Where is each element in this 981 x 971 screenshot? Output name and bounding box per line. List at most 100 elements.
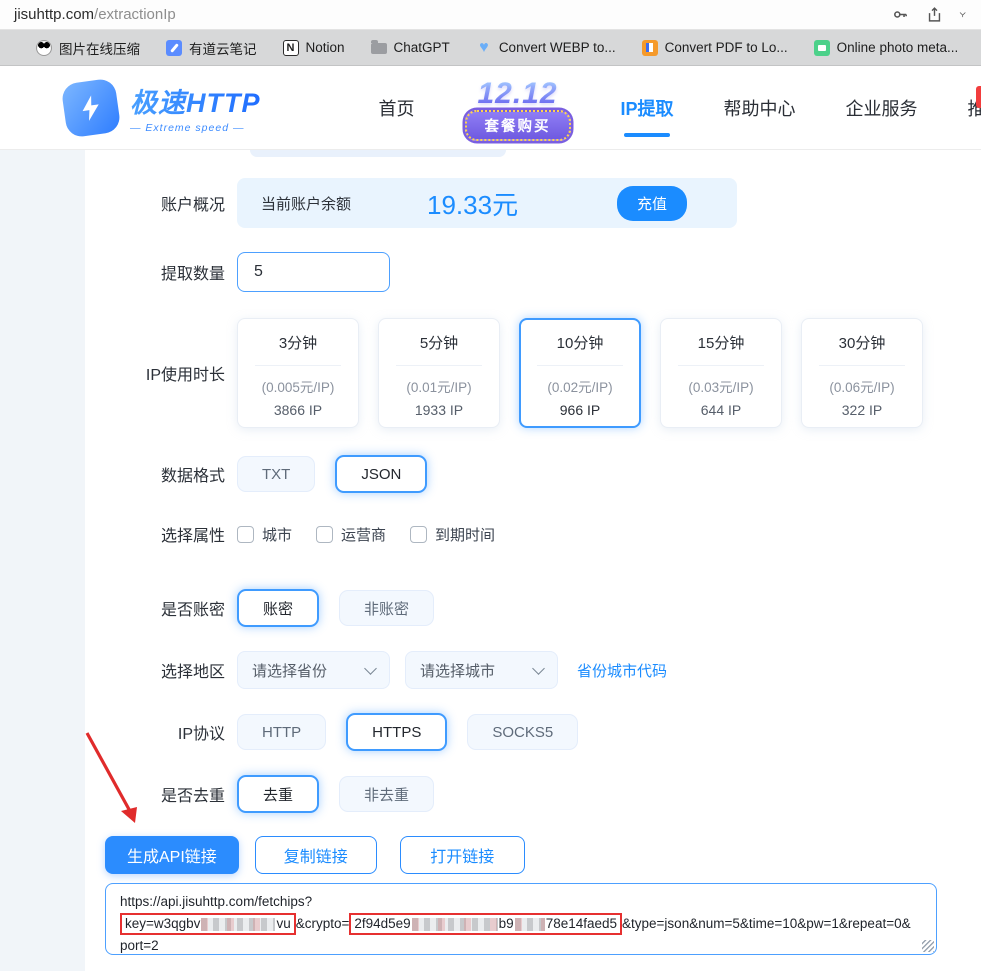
bookmarks-bar: 加密工具 图片在线压缩 有道云笔记 NNotion ChatGPT ♥Conve…: [0, 30, 981, 66]
duration-label: IP使用时长: [145, 367, 225, 384]
quantity-input[interactable]: [237, 252, 390, 292]
crypto-annotation-box: 2f94d5e9 b9 78e14faed5: [349, 912, 623, 935]
duration-option-10min-selected[interactable]: 10分钟 (0.02元/IP) 966 IP: [519, 318, 641, 428]
nav-ip-extract[interactable]: IP提取: [621, 95, 674, 121]
divider: [678, 365, 764, 366]
api-url-line3: port=2: [120, 937, 159, 953]
promo-package-badge[interactable]: 12.12 套餐购买: [464, 78, 571, 141]
main-nav: 首页 12.12 套餐购买 IP提取 帮助中心 企业服务 推广返利: [379, 77, 981, 141]
quantity-label: 提取数量: [160, 266, 225, 283]
auth-option-no-credentials[interactable]: 非账密: [339, 590, 435, 626]
attr-checkbox-carrier[interactable]: 运营商: [316, 524, 386, 545]
notion-n-icon: N: [282, 39, 299, 56]
generate-api-link-button[interactable]: 生成API链接: [105, 836, 239, 874]
auth-label: 是否账密: [160, 602, 225, 619]
bookmark-convert-pdf[interactable]: Convert PDF to Lo...: [641, 39, 788, 56]
balance-panel: 当前账户余额 19.33元 充值: [237, 178, 737, 228]
dedup-row: 是否去重 去重 非去重: [85, 775, 981, 813]
protocol-label: IP协议: [177, 726, 225, 743]
attr-checkbox-city[interactable]: 城市: [237, 524, 292, 545]
bookmark-image-compress[interactable]: 图片在线压缩: [36, 38, 140, 58]
pen-icon: [166, 39, 182, 56]
photo-tool-icon: [813, 39, 830, 56]
auth-row: 是否账密 账密 非账密: [85, 589, 981, 627]
format-label: 数据格式: [160, 468, 225, 485]
lightning-bolt-icon: [60, 77, 122, 138]
dedup-option-no[interactable]: 非去重: [339, 776, 435, 812]
divider: [537, 365, 623, 366]
divider: [255, 365, 341, 366]
balance-value: 19.33元: [427, 189, 519, 220]
chevron-down-icon: [532, 661, 545, 675]
duration-row: IP使用时长 3分钟 (0.005元/IP) 3866 IP 5分钟 (0.01…: [85, 318, 981, 428]
province-city-code-link[interactable]: 省份城市代码: [577, 660, 667, 681]
recharge-button[interactable]: 充值: [616, 185, 687, 221]
folder-icon: [370, 40, 387, 54]
nav-help-center[interactable]: 帮助中心: [724, 95, 796, 121]
share-icon[interactable]: [925, 6, 943, 24]
duration-option-30min[interactable]: 30分钟 (0.06元/IP) 322 IP: [801, 318, 923, 428]
url-text[interactable]: jisuhttp.com/extractionIp: [14, 6, 176, 23]
bookmark-youdao-note[interactable]: 有道云笔记: [166, 38, 257, 58]
pdf-tool-icon: [641, 39, 658, 56]
quantity-row: 提取数量: [85, 252, 981, 292]
attributes-row: 选择属性 城市 运营商 到期时间: [85, 522, 981, 546]
account-label: 账户概况: [160, 197, 225, 214]
checkbox-icon[interactable]: [316, 525, 334, 543]
password-key-icon[interactable]: [891, 6, 909, 24]
protocol-option-socks5[interactable]: SOCKS5: [467, 714, 579, 750]
clipped-red-badge: [976, 86, 981, 108]
url-path: /extractionIp: [94, 6, 176, 23]
chevron-down-icon: [364, 661, 377, 675]
format-option-json-selected[interactable]: JSON: [335, 455, 428, 493]
attributes-label: 选择属性: [160, 528, 225, 545]
open-link-button[interactable]: 打开链接: [399, 836, 525, 874]
extraction-form-card: 账户概况 当前账户余额 19.33元 充值 提取数量 IP使用时长 3分钟: [85, 150, 981, 971]
bookmark-convert-webp[interactable]: ♥ Convert WEBP to...: [476, 38, 616, 56]
checkbox-icon[interactable]: [237, 525, 254, 543]
actions-row: 生成API链接 复制链接 打开链接: [105, 836, 525, 874]
city-select[interactable]: 请选择城市: [405, 651, 558, 689]
clipped-element-above: [250, 150, 506, 157]
bookmark-photo-meta[interactable]: Online photo meta...: [813, 39, 958, 56]
checkbox-icon[interactable]: [410, 525, 428, 543]
protocol-row: IP协议 HTTP HTTPS SOCKS5: [85, 713, 981, 751]
account-row: 账户概况 当前账户余额 19.33元 充值: [85, 178, 981, 228]
divider: [396, 365, 482, 366]
auth-option-credentials-selected[interactable]: 账密: [237, 589, 320, 627]
province-select[interactable]: 请选择省份: [237, 651, 390, 689]
duration-option-15min[interactable]: 15分钟 (0.03元/IP) 644 IP: [660, 318, 782, 428]
nav-home[interactable]: 首页: [379, 95, 415, 121]
promo-date: 12.12: [465, 78, 571, 109]
api-url-output[interactable]: https://api.jisuhttp.com/fetchips? key=w…: [105, 883, 937, 955]
format-row: 数据格式 TXT JSON: [85, 455, 981, 493]
page-background: 账户概况 当前账户余额 19.33元 充值 提取数量 IP使用时长 3分钟: [0, 150, 981, 971]
bookmark-notion[interactable]: N Notion: [282, 39, 345, 56]
clipped-toolbar-icon[interactable]: [959, 6, 967, 24]
copy-link-button[interactable]: 复制链接: [254, 836, 377, 874]
site-header: 极速HTTP — Extreme speed — 首页 12.12 套餐购买 I…: [0, 66, 981, 150]
protocol-option-https-selected[interactable]: HTTPS: [346, 713, 448, 751]
nav-enterprise[interactable]: 企业服务: [846, 95, 918, 121]
attr-checkbox-expiry[interactable]: 到期时间: [410, 524, 495, 545]
region-label: 选择地区: [160, 664, 225, 681]
promo-buy-label: 套餐购买: [464, 109, 571, 141]
duration-option-5min[interactable]: 5分钟 (0.01元/IP) 1933 IP: [378, 318, 500, 428]
logo-title: 极速HTTP: [130, 81, 261, 120]
duration-option-3min[interactable]: 3分钟 (0.005元/IP) 3866 IP: [237, 318, 359, 428]
protocol-option-http[interactable]: HTTP: [237, 714, 327, 750]
site-logo[interactable]: 极速HTTP — Extreme speed —: [60, 77, 261, 138]
api-url-line2: key=w3qgbv vu &crypto= 2f94d5e9 b9 78e14faed5…: [120, 912, 922, 935]
textarea-resize-handle[interactable]: [922, 940, 934, 952]
redacted-pixelated-block: [201, 917, 276, 931]
redacted-pixelated-block: [514, 917, 545, 931]
dedup-option-yes-selected[interactable]: 去重: [237, 775, 320, 813]
logo-tagline: — Extreme speed —: [130, 122, 245, 134]
heart-icon: ♥: [479, 38, 489, 56]
bookmark-chatgpt-folder[interactable]: ChatGPT: [370, 40, 450, 55]
balance-label: 当前账户余额: [261, 195, 352, 213]
format-option-txt[interactable]: TXT: [237, 456, 316, 492]
browser-url-bar[interactable]: jisuhttp.com/extractionIp: [0, 0, 981, 30]
dedup-label: 是否去重: [160, 788, 225, 805]
region-row: 选择地区 请选择省份 请选择城市 省份城市代码: [85, 651, 981, 689]
